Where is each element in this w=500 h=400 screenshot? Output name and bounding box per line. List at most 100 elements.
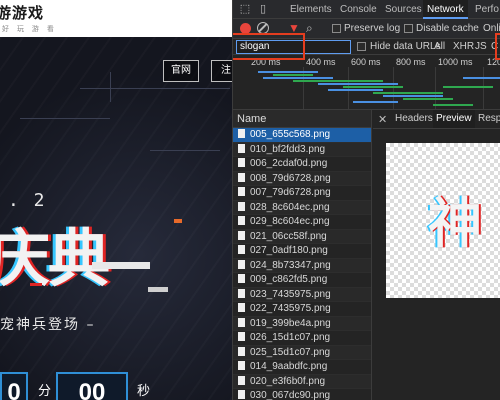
request-name: 028_8c604ec.png [250, 201, 330, 213]
timeline-request-bar [318, 83, 398, 85]
glitch-decoration [148, 287, 168, 292]
game-logo-subtitle: 好 玩 游 看 [2, 26, 57, 33]
file-icon [238, 201, 245, 211]
event-subtitle: 宠神兵登场 – [0, 317, 96, 333]
file-icon [238, 346, 245, 356]
request-name: 029_8c604ec.png [250, 216, 330, 227]
game-logo[interactable]: 游游戏 [0, 2, 44, 23]
file-icon [238, 187, 245, 196]
network-timeline[interactable]: 200 ms 400 ms 600 ms 800 ms 1000 ms 1200 [233, 55, 500, 110]
request-row[interactable]: 019_399be4a.png [233, 316, 371, 331]
request-row[interactable]: 014_9aabdfc.png [233, 360, 371, 375]
request-name: 023_7435975.png [250, 288, 331, 300]
request-name: 014_9aabdfc.png [250, 361, 328, 372]
request-row[interactable]: 008_79d6728.png [233, 171, 371, 186]
request-row[interactable]: 022_7435975.png [233, 302, 371, 317]
preview-image-glyph: 神 [428, 192, 482, 255]
request-name: 021_06cc58f.png [250, 230, 327, 242]
request-row[interactable]: 026_15d1c07.png [233, 331, 371, 346]
timeline-request-bar [433, 104, 473, 106]
timeline-tick: 800 ms [396, 57, 426, 67]
request-name: 020_e3f6b0f.png [250, 375, 326, 387]
search-icon[interactable]: ⌕ [306, 21, 313, 36]
file-icon [238, 216, 245, 225]
timeline-request-bar [373, 92, 443, 94]
preserve-log-checkbox[interactable] [332, 24, 341, 33]
request-row[interactable]: 029_8c604ec.png [233, 215, 371, 230]
file-icon [238, 361, 245, 370]
annotation-box-type [495, 33, 500, 60]
filter-type-xhr[interactable]: XHR [453, 41, 474, 52]
request-row[interactable]: 020_e3f6b0f.png [233, 374, 371, 389]
request-name: 006_2cdaf0d.png [250, 158, 328, 169]
request-name: 010_bf2fdd3.png [250, 143, 326, 155]
request-name: 008_79d6728.png [250, 172, 331, 184]
timeline-request-bar [463, 77, 500, 79]
countdown-minutes: 0 [0, 372, 28, 400]
tab-headers[interactable]: Headers [395, 110, 433, 128]
tab-elements[interactable]: Elements [290, 0, 332, 19]
nav-button-partial[interactable]: 注 [211, 60, 232, 82]
request-name: 030_067dc90.png [250, 390, 331, 400]
timeline-request-bar [343, 86, 403, 88]
inspect-element-icon[interactable]: ⬚ [239, 3, 251, 15]
tab-console[interactable]: Console [340, 0, 377, 19]
request-name: 009_c862fd5.png [250, 274, 328, 285]
detail-divider [373, 128, 500, 129]
request-name: 007_79d6728.png [250, 187, 331, 198]
request-row[interactable]: 010_bf2fdd3.png [233, 142, 371, 157]
filter-type-all[interactable]: All [434, 41, 445, 52]
request-row[interactable]: 023_7435975.png [233, 287, 371, 302]
request-row[interactable]: 030_067dc90.png [233, 389, 371, 400]
request-row[interactable]: 021_06cc58f.png [233, 229, 371, 244]
request-row[interactable]: 009_c862fd5.png [233, 273, 371, 288]
hide-data-urls-checkbox[interactable] [357, 42, 366, 51]
timeline-request-bar [383, 95, 443, 97]
file-icon [238, 375, 245, 385]
game-header: 游游戏 好 玩 游 看 [0, 0, 232, 37]
file-icon [238, 230, 245, 240]
tab-response[interactable]: Respo [478, 110, 500, 128]
request-row[interactable]: 027_0adf180.png [233, 244, 371, 259]
image-preview: 神 [386, 143, 500, 298]
disable-cache-checkbox[interactable] [404, 24, 413, 33]
name-column-header[interactable]: Name [233, 110, 372, 128]
request-name: 027_0adf180.png [250, 245, 328, 256]
request-row[interactable]: 006_2cdaf0d.png [233, 157, 371, 172]
devtools-panel: ⬚ ▯ Elements Console Sources Network Per… [232, 0, 500, 400]
tab-performance[interactable]: Perfo [475, 0, 499, 19]
device-toolbar-icon[interactable]: ▯ [257, 3, 269, 15]
request-name: 019_399be4a.png [250, 317, 331, 329]
countdown-seconds: 00 [56, 372, 128, 400]
close-details-icon[interactable]: ✕ [378, 113, 387, 126]
request-name: 024_8b73347.png [250, 259, 331, 271]
timeline-request-bar [273, 74, 313, 76]
decorative-line [110, 72, 111, 102]
timeline-request-bar [443, 86, 493, 88]
filter-type-js[interactable]: JS [475, 41, 487, 52]
request-list: 005_655c568.png 010_bf2fdd3.png 006_2cdaf0… [233, 128, 372, 400]
tab-sources[interactable]: Sources [385, 0, 422, 19]
timeline-request-bar [328, 89, 383, 91]
request-row[interactable]: 028_8c604ec.png [233, 200, 371, 215]
timeline-tick: 600 ms [351, 57, 381, 67]
decorative-line [20, 118, 110, 119]
request-row[interactable]: 005_655c568.png [233, 128, 371, 143]
game-page: 游游戏 好 玩 游 看 官网 注 . 2 庆典 宠神兵登场 – 0 分 00 秒 [0, 0, 232, 400]
annotation-box-filter [233, 33, 305, 60]
tab-network[interactable]: Network [423, 0, 468, 19]
glitch-decoration [92, 262, 150, 269]
request-name: 005_655c568.png [250, 129, 331, 140]
official-site-button[interactable]: 官网 [163, 60, 199, 82]
file-icon [238, 143, 245, 153]
preserve-log-label: Preserve log [344, 23, 401, 34]
request-name: 025_15d1c07.png [250, 346, 331, 358]
file-icon [238, 288, 245, 298]
countdown-seconds-unit: 秒 [137, 383, 151, 398]
hide-data-urls-label: Hide data URLs [370, 41, 441, 52]
timeline-gridline [348, 67, 349, 109]
request-row[interactable]: 007_79d6728.png [233, 186, 371, 201]
request-row[interactable]: 024_8b73347.png [233, 258, 371, 273]
tab-preview[interactable]: Preview [433, 110, 475, 128]
request-row[interactable]: 025_15d1c07.png [233, 345, 371, 360]
